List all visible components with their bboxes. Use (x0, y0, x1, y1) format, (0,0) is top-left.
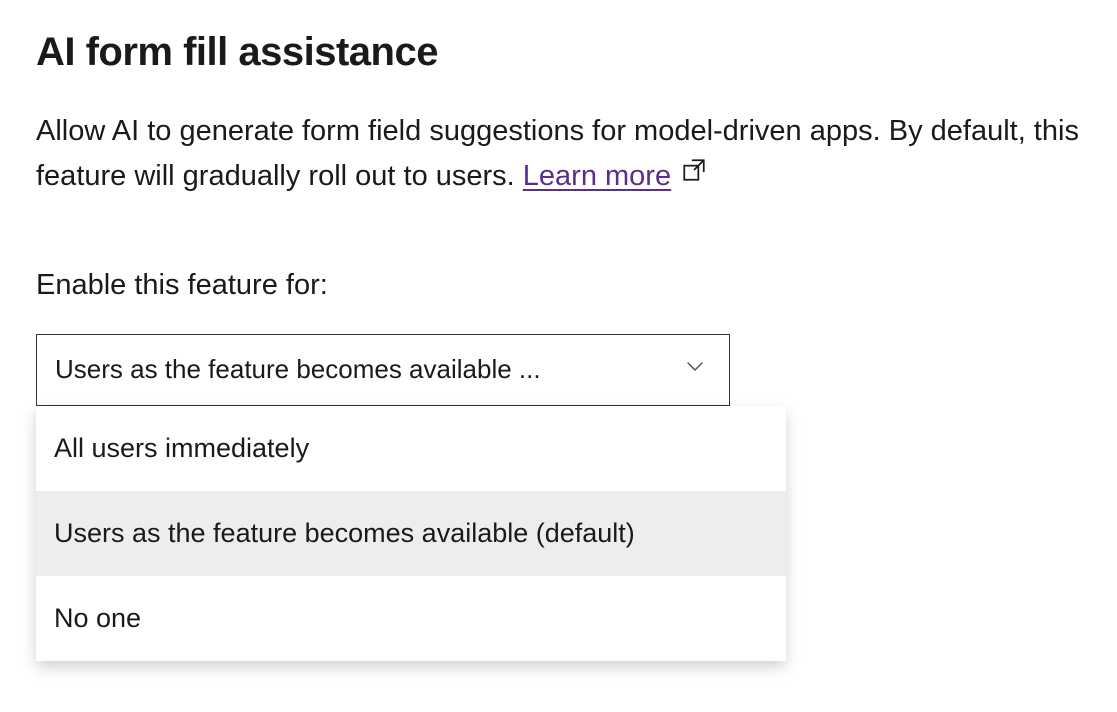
option-label: No one (54, 603, 141, 634)
external-link-icon (681, 152, 707, 197)
option-all-users-immediately[interactable]: All users immediately (36, 406, 786, 491)
enable-feature-label: Enable this feature for: (36, 269, 1081, 302)
option-label: All users immediately (54, 433, 309, 464)
option-no-one[interactable]: No one (36, 576, 786, 661)
enable-feature-select[interactable]: Users as the feature becomes available .… (36, 334, 730, 406)
option-label: Users as the feature becomes available (… (54, 518, 635, 549)
select-value: Users as the feature becomes available .… (55, 354, 541, 385)
enable-feature-options: All users immediately Users as the featu… (36, 406, 786, 661)
section-heading: AI form fill assistance (36, 30, 1081, 75)
section-description: Allow AI to generate form field suggesti… (36, 109, 1081, 199)
chevron-down-icon (683, 354, 707, 385)
option-users-as-available-default[interactable]: Users as the feature becomes available (… (36, 491, 786, 576)
learn-more-link[interactable]: Learn more (523, 160, 671, 192)
